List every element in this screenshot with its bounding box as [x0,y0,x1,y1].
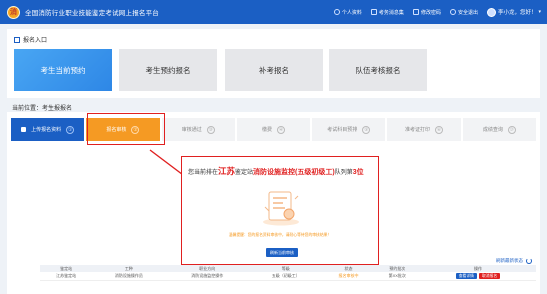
cell-occupation: 消防设施操作员 [92,272,166,281]
refresh-icon [526,258,532,264]
queue-prefix: 您当前排在 [188,170,219,176]
cell-direction: 消防设施监控操作 [165,272,250,281]
chevron-down-icon: ▾ [538,9,541,15]
tile-makeup-registration[interactable]: 补考报名 [225,49,323,91]
cell-actions: 查看详情 取消报名 [419,272,536,281]
queue-suffix: 队列第 [334,170,353,176]
col-header: 鉴定站 [40,265,93,272]
col-header: 等级 [249,265,323,272]
main-panel: 上传报名资料 ① 报名审核 ② 审核通过 ③ 缴费 ④ 考试科目预排 ⑤ 准考证… [7,112,540,294]
review-tip: 温馨提醒：您的报名资料审核中，请耐心等待您的审核结果！ [228,233,332,237]
nav-logout-label: 安全退出 [457,9,478,16]
registration-table: 鉴定站 工种 职业方向 等级 状态 预约批次 操作 江苏鉴定站 消防设施操作员 … [40,265,536,281]
message-icon [370,9,377,15]
avatar [486,7,496,17]
view-details-button[interactable]: 查看详情 [455,272,477,279]
site-title: 全国消防行业职业技能鉴定考试网上报名平台 [25,10,159,17]
nav-change-password-label: 修改密码 [420,9,441,16]
nav-messages[interactable]: 考务消息集 [370,9,404,16]
entry-title-label: 报名入口 [23,38,48,44]
logo-text: 消 [10,9,17,16]
nav-change-password[interactable]: 修改密码 [412,9,441,16]
power-icon [449,9,456,15]
user-name: 李小龙，您好！ [497,10,537,16]
queue-mid: 鉴定站 [235,170,254,176]
col-header: 预约批次 [374,265,420,272]
entry-title: 报名入口 [14,35,47,44]
col-header: 工种 [92,265,166,272]
queue-message: 您当前排在江苏鉴定站消防设施监控(五级初级工)队列第3位 [188,165,364,177]
top-navbar: 消 全国消防行业职业技能鉴定考试网上报名平台 个人资料 考务消息集 修改密码 安… [0,0,547,24]
cell-station: 江苏鉴定站 [40,272,93,281]
refresh-review-button[interactable]: 刷新当前审核 [266,248,298,257]
col-header: 职业方向 [165,265,250,272]
tile-appointment-registration[interactable]: 考生预约报名 [119,49,217,91]
nav-profile[interactable]: 个人资料 [333,9,362,16]
status-badge: 报名审核中 [322,272,375,281]
table-row: 江苏鉴定站 消防设施操作员 消防设施监控操作 五级（初级工） 报名审核中 第XX… [40,272,536,281]
cancel-registration-button[interactable]: 取消报名 [478,272,501,279]
document-review-icon [263,191,299,226]
refresh-status-label: 刷新最新状态 [496,258,523,263]
queue-province: 江苏 [218,166,236,176]
tile-current-appointment[interactable]: 考生当前预约 [14,49,112,91]
site-logo: 消 [7,5,20,19]
col-header: 操作 [419,265,536,272]
entry-square-icon [14,36,20,43]
cell-batch: 第XX批次 [374,272,420,281]
user-icon [333,9,340,15]
table-header-row: 鉴定站 工种 职业方向 等级 状态 预约批次 操作 [40,265,536,272]
user-menu[interactable]: 李小龙，您好！ ▾ [486,7,541,17]
queue-position: 3位 [352,169,364,176]
breadcrumb: 当前位置：考生报报名 [12,106,73,112]
queue-occupation: 消防设施监控(五级初级工) [253,169,335,176]
refresh-status-link[interactable]: 刷新最新状态 [496,258,532,264]
entry-panel: 报名入口 考生当前预约 考生预约报名 补考报名 队伍考核报名 [7,29,540,98]
tile-team-registration[interactable]: 队伍考核报名 [329,49,427,91]
nav-messages-label: 考务消息集 [378,9,404,16]
nav-logout[interactable]: 安全退出 [449,9,478,16]
lock-icon [412,9,419,15]
user-nav: 个人资料 考务消息集 修改密码 安全退出 李小龙，您好！ ▾ [333,0,541,24]
queue-status-popup: 您当前排在江苏鉴定站消防设施监控(五级初级工)队列第3位 温馨提醒：您的报名资料… [181,156,379,265]
col-header: 状态 [322,265,375,272]
cell-level: 五级（初级工） [249,272,323,281]
nav-profile-label: 个人资料 [341,9,362,16]
